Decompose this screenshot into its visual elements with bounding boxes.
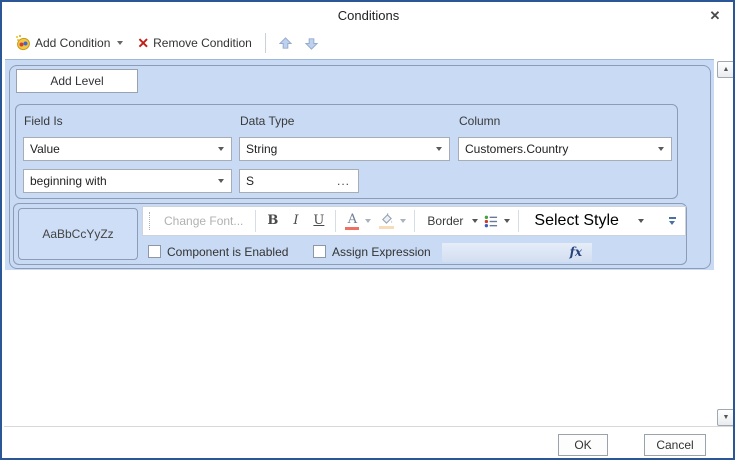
conditions-dialog: Conditions ✕ Add Condition ✕ Remove Cond… [0, 0, 735, 460]
vertical-scrollbar[interactable]: ▲ ▼ [716, 59, 735, 426]
format-separator [335, 210, 336, 232]
toolbar-overflow-button[interactable] [665, 211, 679, 231]
underline-button[interactable]: U [307, 209, 330, 233]
italic-button[interactable]: I [284, 209, 307, 233]
conditions-list-area: Add Level Field Is Data Type Column Valu… [4, 57, 733, 426]
format-separator [518, 210, 519, 232]
chevron-down-icon [638, 219, 644, 223]
data-type-label: Data Type [240, 114, 294, 128]
colored-list-icon [484, 215, 499, 228]
remove-x-icon: ✕ [137, 36, 149, 50]
conditions-list-button[interactable] [481, 209, 513, 233]
field-is-value: Value [30, 142, 60, 156]
border-button[interactable]: Border [420, 209, 481, 233]
condition-style-icon [15, 35, 31, 51]
column-label: Column [459, 114, 500, 128]
assign-expression-label: Assign Expression [332, 244, 431, 260]
add-condition-button[interactable]: Add Condition [12, 32, 126, 54]
fx-icon: fx [570, 245, 582, 259]
browse-ellipsis-button[interactable]: ... [337, 170, 350, 192]
format-toolbar: Change Font... B I U A [142, 206, 686, 236]
paint-bucket-icon [377, 213, 395, 229]
operation-value: beginning with [30, 174, 107, 188]
cancel-button[interactable]: Cancel [644, 434, 706, 456]
selected-condition-item[interactable]: Add Level Field Is Data Type Column Valu… [5, 59, 714, 270]
chevron-down-icon [400, 219, 406, 223]
column-dropdown[interactable]: Customers.Country [458, 137, 672, 161]
assign-expression-checkbox[interactable] [313, 245, 326, 258]
fill-color-button[interactable] [374, 209, 409, 233]
operand-value-field[interactable]: S ... [239, 169, 359, 193]
border-label: Border [423, 209, 467, 233]
chevron-down-icon [658, 147, 664, 151]
change-font-button[interactable]: Change Font... [157, 209, 250, 233]
dialog-title: Conditions [4, 8, 733, 23]
select-style-value: Select Style [534, 212, 618, 230]
select-style-dropdown[interactable]: Select Style [524, 209, 654, 233]
chevron-down-icon [117, 41, 123, 45]
remove-condition-label: Remove Condition [153, 36, 252, 50]
data-type-dropdown[interactable]: String [239, 137, 450, 161]
component-enabled-label: Component is Enabled [167, 244, 288, 260]
chevron-down-icon [218, 179, 224, 183]
title-bar: Conditions ✕ [4, 2, 733, 28]
operand-value: S [246, 174, 254, 188]
conditions-toolbar: Add Condition ✕ Remove Condition [4, 29, 733, 57]
condition-style-group: AaBbCcYyZz Change Font... B I U A [13, 203, 687, 265]
chevron-down-icon [365, 219, 371, 223]
ok-button[interactable]: OK [558, 434, 608, 456]
bold-button[interactable]: B [261, 209, 284, 233]
overflow-bar [669, 217, 676, 219]
chevron-down-icon [504, 219, 510, 223]
column-value: Customers.Country [465, 142, 568, 156]
move-down-button[interactable] [302, 33, 322, 53]
fill-color-bar [379, 226, 394, 229]
font-color-button[interactable]: A [341, 209, 374, 233]
close-icon[interactable]: ✕ [707, 8, 723, 24]
format-separator [255, 210, 256, 232]
format-separator [414, 210, 415, 232]
condition-fields-group: Field Is Data Type Column Value String C… [15, 104, 678, 199]
add-condition-label: Add Condition [35, 36, 110, 50]
toolbar-separator [265, 33, 266, 53]
scroll-down-button[interactable]: ▼ [717, 409, 735, 426]
chevron-down-icon [436, 147, 442, 151]
component-enabled-checkbox[interactable] [148, 245, 161, 258]
chevron-down-icon [218, 147, 224, 151]
add-level-button[interactable]: Add Level [16, 69, 138, 93]
field-is-label: Field Is [24, 114, 63, 128]
chevron-down-icon [669, 221, 675, 225]
options-row: Component is Enabled Assign Expression f… [14, 242, 686, 262]
move-up-button[interactable] [276, 33, 296, 53]
field-is-dropdown[interactable]: Value [23, 137, 232, 161]
remove-condition-button[interactable]: ✕ Remove Condition [134, 32, 254, 54]
scroll-up-button[interactable]: ▲ [717, 61, 735, 78]
font-color-bar [345, 227, 359, 230]
operation-dropdown[interactable]: beginning with [23, 169, 232, 193]
data-type-value: String [246, 142, 277, 156]
expression-input[interactable]: fx [442, 243, 592, 262]
footer: OK Cancel [4, 427, 733, 458]
arrow-down-icon [304, 36, 319, 51]
toolbar-grip-handle[interactable] [149, 212, 152, 230]
arrow-up-icon [278, 36, 293, 51]
chevron-down-icon [472, 219, 478, 223]
font-color-letter: A [348, 213, 357, 226]
font-color-icon: A [344, 213, 360, 230]
